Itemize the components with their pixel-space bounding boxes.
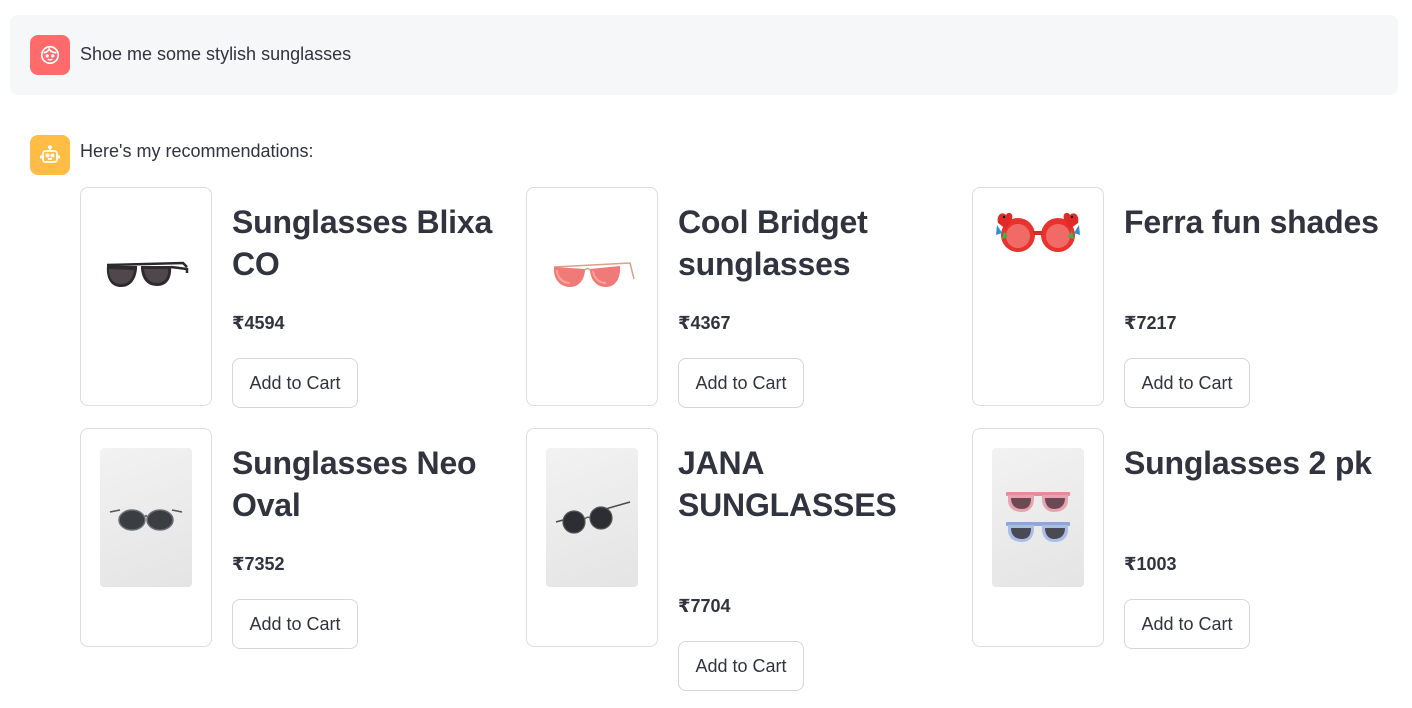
round-sunglasses-icon (555, 500, 631, 534)
product-title: Sunglasses 2 pk (1124, 445, 1372, 481)
product-image (546, 448, 638, 587)
oval-sunglasses-icon (109, 508, 183, 531)
product-image (992, 207, 1084, 346)
parrot-sunglasses-icon (996, 212, 1080, 252)
product-image (100, 448, 192, 587)
product-card: JANA SUNGLASSES ₹7704 Add to Cart (526, 428, 946, 691)
product-card: Cool Bridget sunglasses ₹4367 Add to Car… (526, 187, 946, 408)
product-image-card (972, 428, 1104, 647)
product-card: Sunglasses Neo Oval ₹7352 Add to Cart (80, 428, 500, 649)
user-face-icon (40, 45, 60, 65)
add-to-cart-button[interactable]: Add to Cart (232, 358, 358, 408)
product-image-card (80, 187, 212, 406)
add-to-cart-button[interactable]: Add to Cart (1124, 599, 1250, 649)
add-to-cart-button[interactable]: Add to Cart (232, 599, 358, 649)
product-image-card (80, 428, 212, 647)
product-image (992, 448, 1084, 587)
add-to-cart-button[interactable]: Add to Cart (678, 358, 804, 408)
product-price: ₹7352 (232, 554, 285, 574)
add-to-cart-button[interactable]: Add to Cart (1124, 358, 1250, 408)
product-title: JANA SUNGLASSES (678, 445, 897, 523)
product-title: Ferra fun shades (1124, 204, 1379, 240)
product-image (100, 207, 192, 346)
product-price: ₹7217 (1124, 313, 1177, 333)
user-message: Shoe me some stylish sunglasses (10, 15, 1398, 95)
assistant-message: Here's my recommendations: Sunglasses Bl… (10, 125, 1398, 705)
cat-eye-sunglasses-icon (553, 261, 635, 287)
assistant-avatar (30, 135, 70, 175)
product-title: Sunglasses Neo Oval (232, 445, 477, 523)
product-price: ₹1003 (1124, 554, 1177, 574)
product-image (546, 207, 638, 346)
product-image-card (972, 187, 1104, 406)
product-price: ₹4594 (232, 313, 285, 333)
product-image-card (526, 428, 658, 647)
user-avatar (30, 35, 70, 75)
add-to-cart-button[interactable]: Add to Cart (678, 641, 804, 691)
product-card: Ferra fun shades ₹7217 Add to Cart (972, 187, 1392, 408)
product-title: Sunglasses Blixa CO (232, 204, 493, 282)
product-title: Cool Bridget sunglasses (678, 204, 868, 282)
product-price: ₹7704 (678, 596, 731, 616)
product-price: ₹4367 (678, 313, 731, 333)
product-card: Sunglasses Blixa CO ₹4594 Add to Cart (80, 187, 500, 408)
product-card: Sunglasses 2 pk ₹1003 Add to Cart (972, 428, 1392, 649)
assistant-message-text: Here's my recommendations: (80, 141, 314, 161)
product-image-card (526, 187, 658, 406)
sunglasses-pair-icon (1006, 491, 1070, 542)
robot-icon (40, 145, 60, 163)
user-message-text: Shoe me some stylish sunglasses (80, 44, 352, 64)
aviator-sunglasses-icon (106, 261, 189, 287)
